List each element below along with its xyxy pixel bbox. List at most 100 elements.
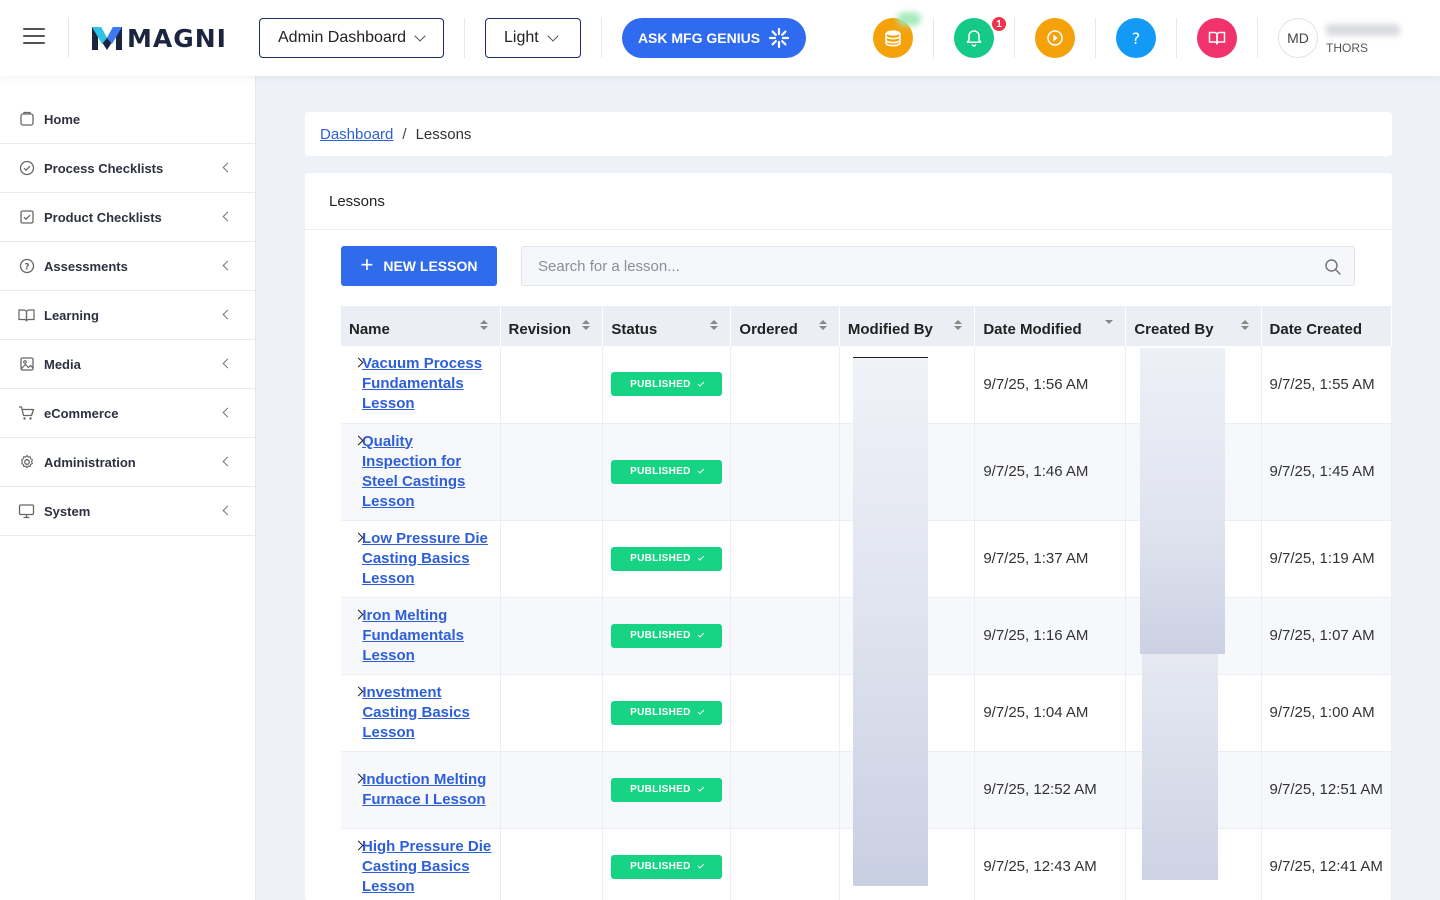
expand-row-icon[interactable]: [355, 837, 362, 897]
cart-icon: [18, 405, 35, 422]
column-header-ordered[interactable]: Ordered: [730, 306, 840, 346]
status-cell: PUBLISHED: [602, 423, 732, 521]
date-modified-cell: 9/7/25, 1:37 AM: [974, 520, 1127, 598]
hamburger-menu-icon[interactable]: [23, 28, 45, 46]
lesson-link[interactable]: Low Pressure Die Casting Basics Lesson: [362, 529, 492, 589]
ordered-cell: [730, 751, 840, 829]
chevron-left-icon: [222, 211, 233, 222]
column-header-date-modified[interactable]: Date Modified: [974, 306, 1127, 346]
new-lesson-label: NEW LESSON: [383, 258, 478, 274]
sidebar-item-label: Home: [44, 111, 81, 127]
new-lesson-button[interactable]: + NEW LESSON: [341, 246, 497, 286]
sidebar-item-label: Media: [44, 356, 81, 372]
logo-text: MAGNI: [127, 23, 227, 53]
expand-row-icon[interactable]: [355, 354, 362, 414]
documentation-button[interactable]: [1197, 18, 1237, 58]
revision-cell: [500, 520, 604, 598]
column-header-name[interactable]: Name: [341, 306, 501, 346]
ordered-cell: [730, 597, 840, 675]
column-header-revision[interactable]: Revision: [500, 306, 604, 346]
sidebar-item-label: eCommerce: [44, 405, 119, 421]
checkmark-icon: [697, 862, 704, 869]
expand-row-icon[interactable]: [355, 529, 362, 589]
header-divider: [1257, 18, 1258, 58]
dashboard-select-value: Admin Dashboard: [278, 29, 407, 46]
name-cell: Investment Casting Basics Lesson: [341, 674, 501, 752]
status-cell: PUBLISHED: [602, 346, 732, 424]
search-input[interactable]: [538, 257, 1298, 275]
notifications-button[interactable]: 1: [954, 15, 1008, 58]
lesson-link[interactable]: Quality Inspection for Steel Castings Le…: [362, 432, 492, 512]
sidebar-item-media[interactable]: Media: [0, 340, 255, 389]
ordered-cell: [730, 423, 840, 521]
name-cell: Iron Melting Fundamentals Lesson: [341, 597, 501, 675]
lesson-search: [521, 246, 1355, 286]
checkmark-icon: [697, 467, 704, 474]
search-icon[interactable]: [1324, 258, 1342, 276]
dashboard-select[interactable]: Admin Dashboard: [259, 18, 444, 58]
sparkle-icon: [768, 27, 790, 49]
theme-select[interactable]: Light: [485, 18, 581, 58]
lesson-link[interactable]: Iron Melting Fundamentals Lesson: [362, 606, 491, 666]
checkmark-icon: [697, 380, 704, 387]
video-tutorials-button[interactable]: [1035, 18, 1075, 58]
created-by-redacted: [1140, 348, 1225, 654]
revision-cell: [500, 597, 604, 675]
status-badge: PUBLISHED: [611, 777, 723, 802]
header-divider: [68, 18, 69, 58]
breadcrumb-dashboard-link[interactable]: Dashboard: [320, 126, 393, 143]
header-divider: [601, 18, 602, 58]
lesson-link[interactable]: Induction Melting Furnace I Lesson: [362, 770, 491, 810]
chevron-left-icon: [222, 260, 233, 271]
chevron-left-icon: [222, 358, 233, 369]
coins-button[interactable]: [873, 12, 921, 58]
ask-button-label: ASK MFG GENIUS: [637, 30, 761, 46]
name-cell: Low Pressure Die Casting Basics Lesson: [341, 520, 501, 598]
ordered-cell: [730, 828, 840, 900]
sidebar-item-learning[interactable]: Learning: [0, 291, 255, 340]
sidebar-item-assessments[interactable]: ? Assessments: [0, 242, 255, 291]
lesson-link[interactable]: Investment Casting Basics Lesson: [362, 683, 491, 743]
sidebar-item-process-checklists[interactable]: Process Checklists: [0, 144, 255, 193]
sidebar-item-label: Administration: [44, 454, 136, 470]
name-cell: Vacuum Process Fundamentals Lesson: [341, 346, 501, 424]
status-cell: PUBLISHED: [602, 520, 732, 598]
date-modified-cell: 9/7/25, 12:52 AM: [974, 751, 1127, 829]
lesson-link[interactable]: Vacuum Process Fundamentals Lesson: [362, 354, 492, 414]
expand-row-icon[interactable]: [355, 606, 362, 666]
column-header-status[interactable]: Status: [602, 306, 732, 346]
breadcrumb-current: Lessons: [415, 125, 472, 143]
magni-logo[interactable]: MAGNI: [90, 22, 227, 54]
ask-mfg-genius-button[interactable]: ASK MFG GENIUS: [622, 18, 806, 58]
user-avatar[interactable]: MD: [1278, 18, 1318, 58]
header-divider: [933, 18, 934, 58]
sidebar-item-ecommerce[interactable]: eCommerce: [0, 389, 255, 438]
date-modified-cell: 9/7/25, 12:43 AM: [974, 828, 1127, 900]
theme-select-value: Light: [504, 29, 539, 46]
settings-icon: [18, 454, 35, 471]
name-cell: High Pressure Die Casting Basics Lesson: [341, 828, 501, 900]
expand-row-icon[interactable]: [355, 770, 362, 810]
column-header-date-created[interactable]: Date Created: [1261, 306, 1392, 346]
help-button[interactable]: ?: [1116, 18, 1156, 58]
expand-row-icon[interactable]: [355, 683, 362, 743]
chevron-left-icon: [222, 407, 233, 418]
coins-icon: [885, 30, 901, 47]
sidebar-item-product-checklists[interactable]: Product Checklists: [0, 193, 255, 242]
image-icon: [18, 356, 35, 373]
status-badge: PUBLISHED: [611, 854, 723, 879]
column-header-modified-by[interactable]: Modified By: [839, 306, 976, 346]
sidebar-item-home[interactable]: Home: [0, 95, 255, 144]
open-book-icon: [1208, 31, 1226, 45]
sort-icon: [710, 320, 716, 330]
chevron-left-icon: [222, 505, 233, 516]
sidebar-item-administration[interactable]: Administration: [0, 438, 255, 487]
expand-row-icon[interactable]: [355, 432, 362, 512]
question-circle-icon: ?: [18, 258, 35, 275]
header-divider: [1176, 18, 1177, 58]
sidebar-item-system[interactable]: System: [0, 487, 255, 536]
lesson-link[interactable]: High Pressure Die Casting Basics Lesson: [362, 837, 492, 897]
column-header-created-by[interactable]: Created By: [1125, 306, 1262, 346]
user-organization: THORS: [1326, 41, 1368, 55]
date-created-cell: 9/7/25, 1:00 AM: [1261, 674, 1392, 752]
